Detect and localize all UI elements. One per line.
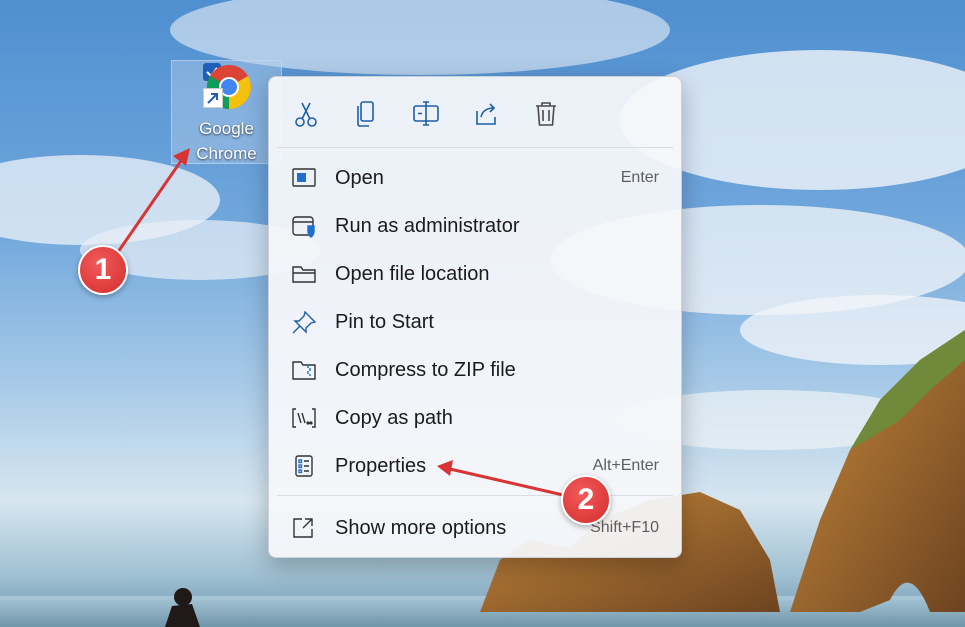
menu-separator bbox=[277, 495, 673, 496]
folder-icon bbox=[292, 266, 316, 283]
step-2-badge: 2 bbox=[561, 475, 611, 525]
copy-icon[interactable] bbox=[349, 97, 383, 131]
menu-item-open-file-location[interactable]: Open file location bbox=[275, 252, 675, 296]
menu-item-copy-as-path[interactable]: Copy as path bbox=[275, 396, 675, 440]
menu-item-compress-to-zip[interactable]: Compress to ZIP file bbox=[275, 348, 675, 392]
zip-icon bbox=[292, 361, 316, 380]
menu-item-properties[interactable]: Properties Alt+Enter bbox=[275, 444, 675, 488]
open-icon bbox=[292, 168, 316, 187]
copy-path-icon bbox=[292, 408, 316, 428]
pin-icon bbox=[292, 310, 317, 334]
properties-icon bbox=[295, 455, 313, 477]
menu-item-run-as-administrator[interactable]: Run as administrator bbox=[275, 204, 675, 248]
share-icon[interactable] bbox=[469, 97, 503, 131]
run-as-admin-icon bbox=[292, 216, 315, 238]
shortcut-label: Google Chrome bbox=[196, 119, 257, 163]
desktop-shortcut-google-chrome[interactable]: Google Chrome bbox=[171, 60, 282, 164]
delete-icon[interactable] bbox=[529, 97, 563, 131]
shortcut-arrow-icon bbox=[203, 88, 223, 108]
rename-icon[interactable] bbox=[409, 97, 443, 131]
cut-icon[interactable] bbox=[289, 97, 323, 131]
menu-item-pin-to-start[interactable]: Pin to Start bbox=[275, 300, 675, 344]
context-menu-toolbar bbox=[269, 77, 681, 147]
toolbar-separator bbox=[277, 147, 673, 148]
context-menu: Open Enter Run as administrator Open fil… bbox=[268, 76, 682, 558]
menu-item-open[interactable]: Open Enter bbox=[275, 156, 675, 200]
menu-item-show-more-options[interactable]: Show more options Shift+F10 bbox=[275, 506, 675, 550]
step-1-badge: 1 bbox=[78, 245, 128, 295]
more-options-icon bbox=[293, 518, 313, 538]
